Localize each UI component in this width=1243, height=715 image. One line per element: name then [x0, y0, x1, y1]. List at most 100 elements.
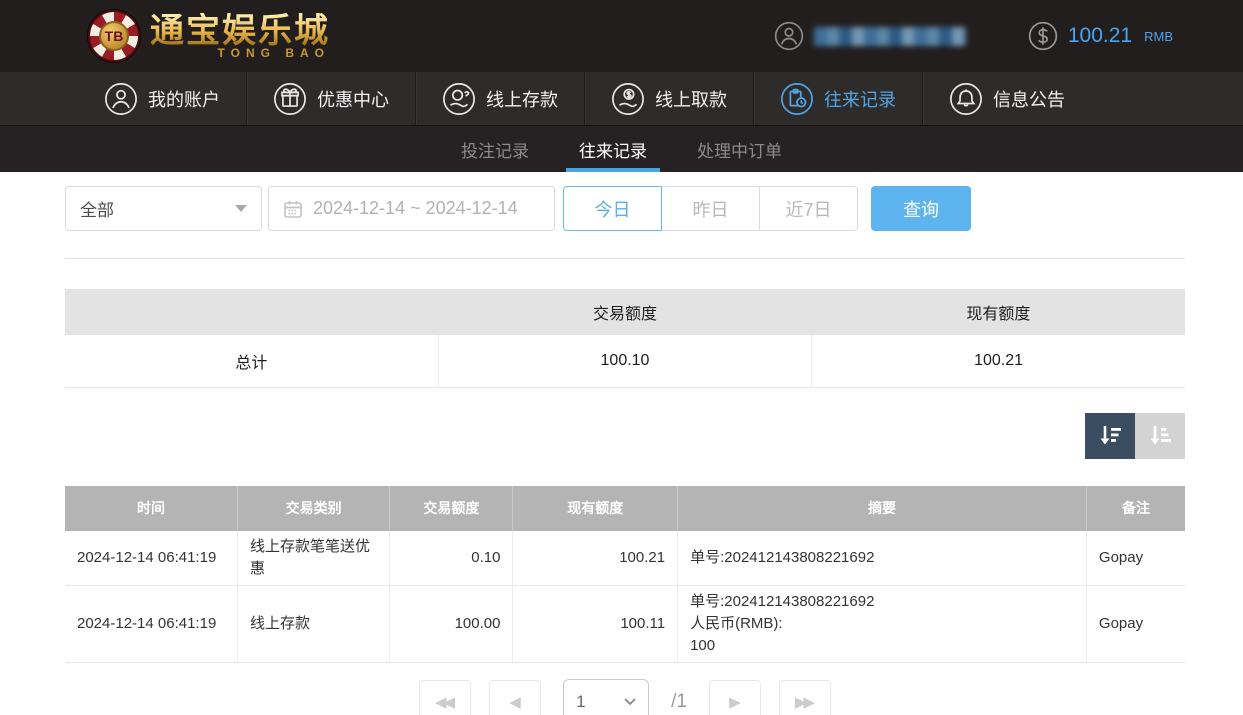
tab-label: 投注记录 [461, 141, 529, 161]
announcements-icon [950, 82, 982, 115]
summary-trade-amount: 100.10 [437, 335, 812, 388]
sort-asc-icon [1150, 425, 1171, 444]
summary-header-empty [65, 289, 439, 335]
cell-summary: 单号:202412143808221692 人民币(RMB): 100 [677, 585, 1087, 663]
sort-ascending-button[interactable] [1135, 412, 1185, 459]
balance-display[interactable]: 100.21 RMB [1028, 21, 1173, 51]
left-arrow-icon: ◀ [509, 693, 520, 711]
promotions-icon [274, 82, 306, 115]
sort-desc-icon [1100, 425, 1121, 444]
dollar-coin-icon [1028, 21, 1058, 51]
casino-chip-icon: TB [88, 10, 140, 62]
page: TB 通宝娱乐城 TONG BAO 100.21 RMB 我的账户 优惠中心 线… [0, 0, 1243, 715]
date-range-input[interactable]: 2024-12-14 ~ 2024-12-14 [268, 186, 555, 231]
next-page-button[interactable]: ▶ [708, 679, 761, 715]
col-header-summary: 摘要 [677, 485, 1087, 531]
summary-header-trade-amount: 交易额度 [438, 289, 812, 335]
cell-category: 线上存款 [236, 585, 390, 663]
button-label: 近7日 [785, 199, 832, 220]
type-select-value: 全部 [80, 201, 114, 220]
cell-remark: Gopay [1085, 585, 1185, 663]
cell-current-amount: 100.21 [512, 530, 678, 586]
col-header-category: 交易类别 [237, 485, 391, 531]
tab-bet-records[interactable]: 投注记录 [458, 126, 532, 172]
nav-label: 信息公告 [993, 89, 1065, 110]
user-avatar-icon [774, 21, 804, 51]
balance-amount: 100.21 [1067, 24, 1133, 47]
last-page-button[interactable]: ▶▶ [778, 679, 831, 715]
double-right-arrow-icon: ▶▶ [794, 693, 815, 711]
tab-label: 往来记录 [579, 141, 647, 161]
tab-pending-orders[interactable]: 处理中订单 [694, 126, 785, 172]
records-header-row: 时间 交易类别 交易额度 现有额度 摘要 备注 [65, 485, 1185, 531]
nav-item-online-withdraw[interactable]: 线上取款 [584, 72, 753, 125]
logo-text: 通宝娱乐城 TONG BAO [150, 13, 330, 60]
button-label: 昨日 [692, 199, 729, 220]
page-select-value: 1 [576, 691, 586, 711]
summary-table: 交易额度 现有额度 总计 100.10 100.21 [65, 289, 1185, 388]
yesterday-button[interactable]: 昨日 [661, 186, 760, 231]
chevron-down-icon [624, 697, 636, 705]
col-header-trade-amount: 交易额度 [389, 485, 514, 531]
records-table: 时间 交易类别 交易额度 现有额度 摘要 备注 2024-12-14 06:41… [65, 485, 1185, 663]
summary-header-row: 交易额度 现有额度 [65, 289, 1185, 335]
right-arrow-icon: ▶ [729, 693, 740, 711]
pagination: ◀◀ ◀ 1 /1 ▶ ▶▶ [65, 678, 1185, 715]
username-redacted [813, 26, 966, 46]
page-select[interactable]: 1 [563, 678, 650, 715]
summary-header-current-amount: 现有额度 [811, 289, 1185, 335]
cell-time: 2024-12-14 06:41:19 [65, 530, 238, 586]
sort-descending-button[interactable] [1085, 412, 1135, 459]
cell-summary: 单号:202412143808221692 [677, 530, 1087, 586]
type-select[interactable]: 全部 [65, 186, 262, 231]
col-header-current-amount: 现有额度 [512, 485, 679, 531]
double-left-arrow-icon: ◀◀ [435, 693, 455, 711]
calendar-icon [284, 200, 302, 218]
sort-controls [65, 412, 1185, 459]
tab-label: 处理中订单 [697, 141, 782, 161]
account-icon [105, 82, 137, 115]
main-nav: 我的账户 优惠中心 线上存款 线上取款 往来记录 信息公告 [0, 72, 1243, 125]
previous-page-button[interactable]: ◀ [489, 679, 542, 715]
tab-transaction-records[interactable]: 往来记录 [566, 126, 660, 172]
col-header-time: 时间 [65, 485, 238, 531]
logo-subtitle: TONG BAO [217, 45, 330, 60]
logo-title: 通宝娱乐城 [150, 10, 330, 51]
nav-label: 我的账户 [148, 89, 220, 110]
chevron-down-icon [235, 205, 247, 212]
cell-time: 2024-12-14 06:41:19 [65, 585, 238, 663]
content-area: 全部 2024-12-14 ~ 2024-12-14 今日 昨日 近7日 查询 … [65, 186, 1185, 715]
chip-label: TB [99, 21, 129, 51]
site-logo[interactable]: TB 通宝娱乐城 TONG BAO [88, 10, 330, 62]
col-header-remark: 备注 [1086, 485, 1185, 531]
last7days-button[interactable]: 近7日 [759, 186, 858, 231]
cell-trade-amount: 0.10 [389, 530, 513, 586]
total-pages-label: /1 [671, 690, 687, 712]
withdraw-icon [612, 82, 644, 115]
nav-item-transaction-records[interactable]: 往来记录 [753, 72, 922, 125]
button-label: 今日 [594, 199, 631, 220]
nav-item-online-deposit[interactable]: 线上存款 [415, 72, 584, 125]
nav-label: 优惠中心 [317, 89, 389, 110]
filter-row: 全部 2024-12-14 ~ 2024-12-14 今日 昨日 近7日 查询 [65, 186, 1185, 231]
user-account-area[interactable] [774, 21, 966, 51]
transactions-icon [781, 82, 813, 115]
table-row: 2024-12-14 06:41:19 线上存款笔笔送优惠 0.10 100.2… [65, 530, 1185, 586]
query-button[interactable]: 查询 [871, 186, 971, 231]
balance-currency: RMB [1144, 28, 1173, 44]
cell-current-amount: 100.11 [512, 585, 678, 663]
nav-item-promotions[interactable]: 优惠中心 [246, 72, 415, 125]
first-page-button[interactable]: ◀◀ [419, 679, 472, 715]
section-divider [65, 258, 1185, 259]
nav-label: 线上存款 [486, 89, 558, 110]
deposit-icon [443, 82, 475, 115]
summary-total-row: 总计 100.10 100.21 [65, 335, 1185, 388]
nav-item-my-account[interactable]: 我的账户 [78, 72, 246, 125]
sub-tab-bar: 投注记录 往来记录 处理中订单 [0, 125, 1243, 172]
nav-item-announcements[interactable]: 信息公告 [922, 72, 1091, 125]
summary-current-amount: 100.21 [811, 335, 1185, 388]
nav-label: 线上取款 [655, 89, 727, 110]
today-button[interactable]: 今日 [563, 186, 662, 231]
cell-category: 线上存款笔笔送优惠 [236, 530, 390, 586]
quick-range-group: 今日 昨日 近7日 [563, 186, 858, 231]
